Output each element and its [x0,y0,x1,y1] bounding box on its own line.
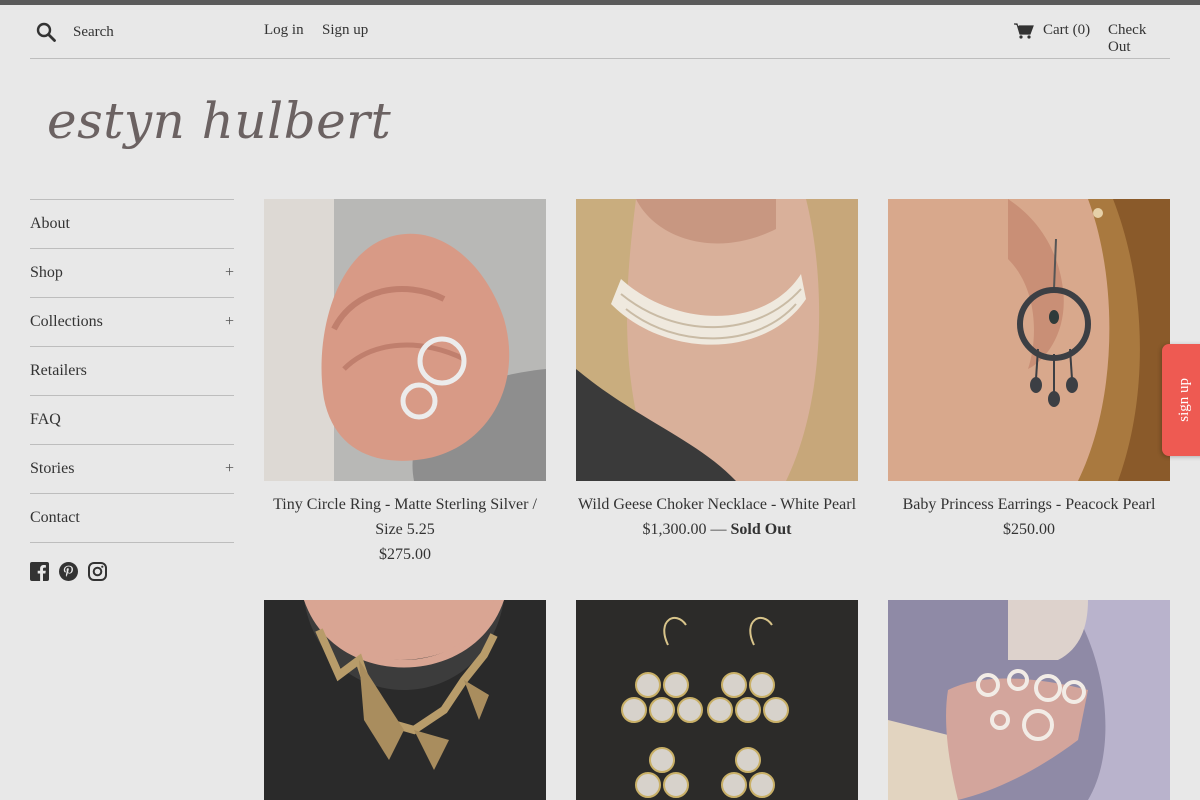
product-image[interactable] [264,600,546,800]
sidebar-item-shop[interactable]: Shop + [30,249,234,298]
product-title[interactable]: Baby Princess Earrings - Peacock Pearl [888,492,1170,517]
sidebar-item-label: Stories [30,460,75,477]
product-image[interactable] [576,199,858,481]
signup-tab-label: sign up [1175,378,1192,422]
product-card[interactable] [264,600,546,800]
product-image[interactable] [264,199,546,481]
sidebar-item-label: Contact [30,509,80,526]
product-card[interactable]: Baby Princess Earrings - Peacock Pearl $… [888,199,1170,542]
login-link[interactable]: Log in [264,22,304,39]
price-separator: — [706,521,731,538]
sidebar-item-label: FAQ [30,411,61,428]
sidebar-item-stories[interactable]: Stories + [30,445,234,494]
sidebar-item-collections[interactable]: Collections + [30,298,234,347]
product-image[interactable] [888,199,1170,481]
search-icon[interactable] [36,22,56,42]
product-card[interactable] [888,600,1170,800]
expand-icon[interactable]: + [225,313,234,331]
header: Log in Sign up Cart (0) Check Out [30,5,1170,59]
sidebar-item-retailers[interactable]: Retailers [30,347,234,396]
product-price: $250.00 [1003,521,1055,538]
site-logo[interactable]: estyn hulbert [47,92,391,150]
social-links [30,562,107,581]
sidebar-item-label: Shop [30,264,63,281]
product-image[interactable] [888,600,1170,800]
cart-icon[interactable] [1014,23,1034,39]
sidebar-item-label: About [30,215,70,232]
search-input[interactable] [73,20,253,44]
product-title[interactable]: Wild Geese Choker Necklace - White Pearl [576,492,858,517]
facebook-icon[interactable] [30,562,49,581]
expand-icon[interactable]: + [225,264,234,282]
product-image[interactable] [576,600,858,800]
product-title[interactable]: Tiny Circle Ring - Matte Sterling Silver… [264,492,546,542]
expand-icon[interactable]: + [225,460,234,478]
sidebar-item-label: Retailers [30,362,87,379]
sold-out-label: Sold Out [730,521,792,538]
pinterest-icon[interactable] [59,562,78,581]
price-value: $1,300.00 [642,521,707,538]
checkout-link[interactable]: Check Out [1108,22,1170,56]
cart-link[interactable]: Cart (0) [1043,22,1090,39]
product-card[interactable]: Wild Geese Choker Necklace - White Pearl… [576,199,858,542]
product-price: $275.00 [379,546,431,563]
sidebar-item-contact[interactable]: Contact [30,494,234,543]
signup-tab[interactable]: sign up [1162,344,1200,456]
sidebar-item-label: Collections [30,313,103,330]
product-price: $1,300.00 — Sold Out [576,517,858,542]
product-card[interactable]: Tiny Circle Ring - Matte Sterling Silver… [264,199,546,567]
product-card[interactable] [576,600,858,800]
instagram-icon[interactable] [88,562,107,581]
sidebar-nav: About Shop + Collections + Retailers FAQ S… [30,199,234,543]
sidebar-item-about[interactable]: About [30,200,234,249]
signup-link[interactable]: Sign up [322,22,368,39]
sidebar-item-faq[interactable]: FAQ [30,396,234,445]
